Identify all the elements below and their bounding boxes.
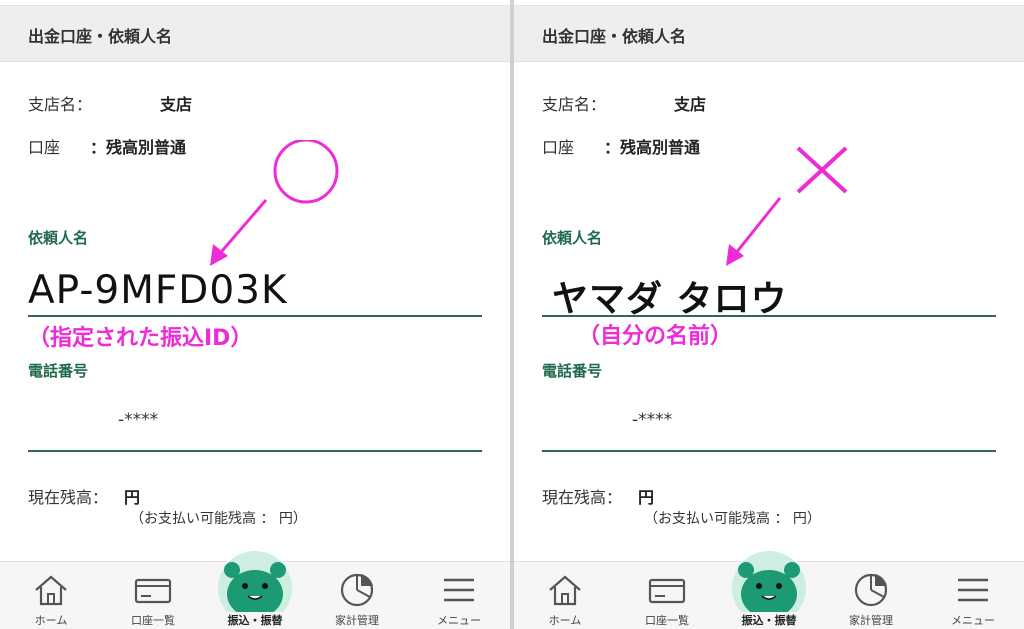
tab-accounts[interactable]: 口座一覧 [102, 562, 204, 629]
requester-label: 依頼人名 [542, 229, 603, 247]
requester-label: 依頼人名 [28, 229, 89, 247]
branch-label: 支店名： [28, 95, 93, 114]
tab-label: ホーム [34, 614, 68, 627]
account-value: ：残高別普通 [604, 138, 701, 157]
card-icon [134, 578, 172, 604]
tab-label: 振込・振替 [741, 614, 797, 627]
branch-suffix: 支店 [674, 95, 707, 114]
mascot-icon [218, 548, 292, 625]
tab-label: 口座一覧 [131, 614, 175, 627]
balance-value: 円 [124, 488, 141, 507]
account-label: 口座 [28, 138, 61, 157]
tab-transfer[interactable]: 振込・振替 [718, 551, 820, 629]
balance-label: 現在残高： [542, 488, 623, 507]
section-title: 出金口座・依頼人名 [28, 27, 173, 46]
section-title: 出金口座・依頼人名 [542, 27, 687, 46]
right-panel: 出金口座・依頼人名 支店名： 支店 口座 ：残高別普通 依頼人名 ヤマダ タロウ… [514, 0, 1024, 629]
card-icon [648, 578, 686, 604]
home-icon [35, 575, 67, 606]
requester-underline [28, 315, 482, 317]
tab-label: 振込・振替 [227, 614, 283, 627]
requester-underline [542, 315, 996, 317]
tab-label: 口座一覧 [645, 614, 689, 627]
tab-accounts[interactable]: 口座一覧 [616, 562, 718, 629]
tab-label: メニュー [437, 614, 481, 627]
mascot-icon [732, 548, 806, 625]
left-panel: 出金口座・依頼人名 支店名： 支店 口座 ：残高別普通 依頼人名 AP-9MFD… [0, 0, 510, 629]
tab-home[interactable]: ホーム [514, 562, 616, 629]
account-value: ：残高別普通 [90, 138, 187, 157]
phone-underline [542, 450, 996, 452]
circle-mark-icon [210, 140, 339, 266]
home-icon [549, 575, 581, 606]
tab-label: メニュー [951, 614, 995, 627]
tab-menu[interactable]: メニュー [922, 562, 1024, 629]
tab-menu[interactable]: メニュー [408, 562, 510, 629]
menu-icon [444, 578, 474, 602]
payable-balance-note: （お支払い可能残高 ： 円） [130, 511, 307, 527]
cross-mark-icon [726, 146, 848, 266]
branch-label: 支店名： [542, 95, 607, 114]
bottom-tab-bar: ホーム 口座一覧 振込・振替 家計管理 メニュー [0, 551, 510, 629]
phone-value[interactable]: -**** [118, 410, 158, 430]
branch-suffix: 支店 [160, 95, 193, 114]
account-label: 口座 [542, 138, 575, 157]
tab-budget[interactable]: 家計管理 [306, 562, 408, 629]
balance-label: 現在残高： [28, 488, 109, 507]
section-header: 出金口座・依頼人名 [514, 5, 1024, 62]
menu-icon [958, 578, 988, 602]
annotation-note: （自分の名前） [578, 324, 733, 349]
phone-label: 電話番号 [542, 362, 603, 380]
tab-budget[interactable]: 家計管理 [820, 562, 922, 629]
phone-underline [28, 450, 482, 452]
pie-chart-icon [340, 573, 374, 607]
payable-balance-note: （お支払い可能残高 ： 円） [644, 511, 821, 527]
tab-label: 家計管理 [335, 614, 379, 627]
phone-value[interactable]: -**** [632, 410, 672, 430]
phone-label: 電話番号 [28, 362, 89, 380]
annotation-note: （指定された振込ID） [28, 326, 253, 351]
pie-chart-icon [854, 573, 888, 607]
tab-label: ホーム [548, 614, 582, 627]
balance-value: 円 [638, 488, 655, 507]
tab-label: 家計管理 [849, 614, 893, 627]
section-header: 出金口座・依頼人名 [0, 5, 510, 62]
bottom-tab-bar: ホーム 口座一覧 振込・振替 家計管理 メニュー [514, 551, 1024, 629]
tab-transfer[interactable]: 振込・振替 [204, 551, 306, 629]
tab-home[interactable]: ホーム [0, 562, 102, 629]
